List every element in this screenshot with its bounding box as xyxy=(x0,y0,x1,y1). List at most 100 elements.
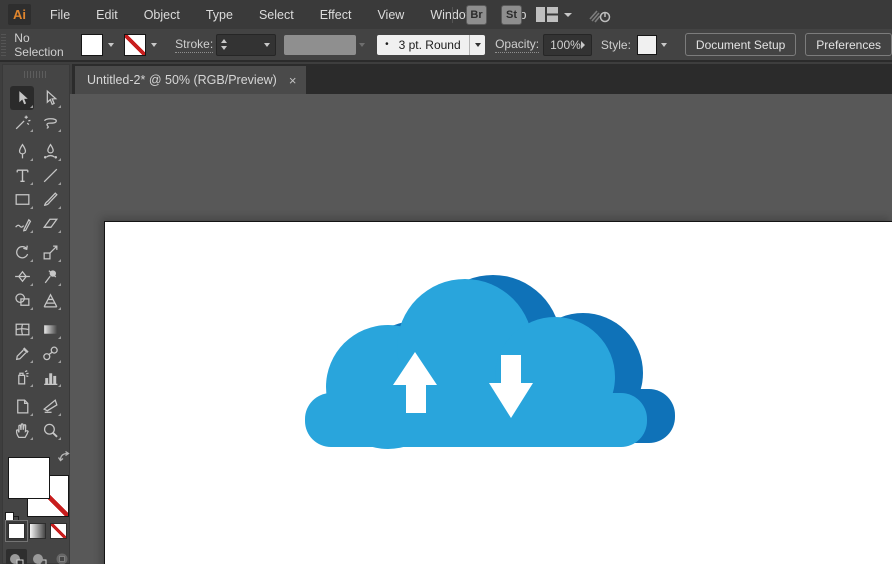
stroke-color-control[interactable] xyxy=(124,33,161,56)
tool-paintbrush[interactable] xyxy=(38,187,62,211)
menu-item-type[interactable]: Type xyxy=(193,1,246,29)
cloud-artwork[interactable] xyxy=(303,272,683,454)
gpu-performance-button[interactable] xyxy=(588,6,614,24)
tool-zoom[interactable] xyxy=(38,418,62,442)
style-control[interactable] xyxy=(636,34,672,56)
brush-definition-text: 3 pt. Round xyxy=(398,37,461,52)
canvas-area[interactable] xyxy=(70,94,892,564)
opacity-arrow-icon[interactable] xyxy=(580,40,585,49)
tool-scale[interactable] xyxy=(38,240,62,264)
tool-row xyxy=(3,341,69,365)
tool-artboard[interactable] xyxy=(10,394,34,418)
tab-strip: Untitled-2* @ 50% (RGB/Preview) × xyxy=(72,64,892,94)
artboard[interactable] xyxy=(105,222,892,564)
fill-stroke-indicator xyxy=(5,450,70,525)
tools-panel xyxy=(2,64,70,564)
tool-column-graph[interactable] xyxy=(38,365,62,389)
control-bar-grip[interactable] xyxy=(1,33,7,56)
zoom-icon xyxy=(43,423,58,438)
gradient-button[interactable] xyxy=(29,523,46,539)
tool-type[interactable] xyxy=(10,163,34,187)
tool-magic-wand[interactable] xyxy=(10,110,34,134)
tool-rectangle[interactable] xyxy=(10,187,34,211)
tool-perspective-grid[interactable] xyxy=(38,288,62,312)
tool-puppet-warp[interactable] xyxy=(38,264,62,288)
tool-mesh[interactable] xyxy=(10,317,34,341)
menu-item-effect[interactable]: Effect xyxy=(307,1,365,29)
menu-item-select[interactable]: Select xyxy=(246,1,307,29)
tool-lasso[interactable] xyxy=(38,110,62,134)
menu-item-edit[interactable]: Edit xyxy=(83,1,131,29)
draw-inside-button[interactable] xyxy=(52,549,73,564)
stock-button[interactable]: St xyxy=(501,4,522,25)
bridge-button[interactable]: Br xyxy=(466,4,487,25)
tool-hand[interactable] xyxy=(10,418,34,442)
tool-shape-builder[interactable] xyxy=(10,288,34,312)
tool-eyedropper[interactable] xyxy=(10,341,34,365)
tool-selection[interactable] xyxy=(10,86,34,110)
document-tab-title: Untitled-2* @ 50% (RGB/Preview) xyxy=(87,73,277,87)
tool-row xyxy=(3,264,69,288)
slice-icon xyxy=(42,398,58,413)
stroke-weight-stepper[interactable] xyxy=(217,36,231,54)
draw-behind-button[interactable] xyxy=(29,549,50,564)
draw-normal-button[interactable] xyxy=(6,549,27,564)
magic-wand-icon xyxy=(15,115,31,129)
preferences-button[interactable]: Preferences xyxy=(805,33,892,56)
gpu-performance-icon xyxy=(589,9,611,23)
tool-gradient[interactable] xyxy=(38,317,62,341)
brush-definition-value[interactable]: • 3 pt. Round xyxy=(377,34,470,55)
tool-curvature[interactable] xyxy=(38,139,62,163)
brush-definition-dropdown[interactable]: • 3 pt. Round xyxy=(377,34,486,55)
menu-item-view[interactable]: View xyxy=(364,1,417,29)
width-profile-dropdown xyxy=(283,34,357,55)
fill-swatch[interactable] xyxy=(81,33,104,56)
stroke-dropdown-chevron-icon[interactable] xyxy=(146,34,161,56)
tool-row xyxy=(3,365,69,389)
brush-chevron-icon[interactable] xyxy=(469,34,486,55)
blend-icon xyxy=(42,346,58,360)
fill-dropdown-chevron-icon[interactable] xyxy=(103,34,118,56)
stroke-none-swatch[interactable] xyxy=(124,33,147,56)
shape-builder-icon xyxy=(14,292,29,306)
menu-item-file[interactable]: File xyxy=(37,1,83,29)
stroke-weight-chevron-icon[interactable] xyxy=(260,34,275,56)
menu-item-object[interactable]: Object xyxy=(131,1,193,29)
style-swatch[interactable] xyxy=(636,34,657,55)
scale-icon xyxy=(43,245,57,259)
stroke-weight-label[interactable]: Stroke: xyxy=(175,37,214,53)
tool-blend[interactable] xyxy=(38,341,62,365)
eraser-icon xyxy=(42,218,58,228)
stroke-weight-combo[interactable] xyxy=(216,33,276,56)
color-button[interactable] xyxy=(8,523,25,539)
close-tab-icon[interactable]: × xyxy=(289,74,297,87)
curvature-icon xyxy=(43,142,57,159)
opacity-label[interactable]: Opacity: xyxy=(495,37,540,53)
tool-width[interactable] xyxy=(10,264,34,288)
opacity-field[interactable]: 100% xyxy=(543,33,592,56)
swap-fill-stroke-icon[interactable] xyxy=(57,449,71,462)
tool-pen[interactable] xyxy=(10,139,34,163)
mesh-icon xyxy=(15,323,29,335)
tool-rotate[interactable] xyxy=(10,240,34,264)
tool-direct-selection[interactable] xyxy=(38,86,62,110)
tool-slice[interactable] xyxy=(38,394,62,418)
tool-shaper[interactable] xyxy=(10,211,34,235)
workspace-switcher[interactable] xyxy=(536,7,572,22)
fill-color-control[interactable] xyxy=(81,33,118,56)
panel-grip[interactable] xyxy=(24,71,48,78)
selection-icon xyxy=(18,90,28,104)
menu-bar: Ai FileEditObjectTypeSelectEffectViewWin… xyxy=(0,0,892,30)
tools-grid xyxy=(3,86,69,442)
document-setup-button[interactable]: Document Setup xyxy=(684,33,797,56)
tool-eraser[interactable] xyxy=(38,211,62,235)
tool-symbol-sprayer[interactable] xyxy=(10,365,34,389)
document-tab[interactable]: Untitled-2* @ 50% (RGB/Preview) × xyxy=(75,66,307,94)
opacity-value[interactable]: 100% xyxy=(550,38,581,52)
artboard-icon xyxy=(16,399,28,413)
style-chevron-icon[interactable] xyxy=(657,34,672,56)
drawing-mode-buttons xyxy=(6,549,73,564)
tool-line-segment[interactable] xyxy=(38,163,62,187)
none-button[interactable] xyxy=(50,523,67,539)
fill-indicator[interactable] xyxy=(8,457,50,499)
